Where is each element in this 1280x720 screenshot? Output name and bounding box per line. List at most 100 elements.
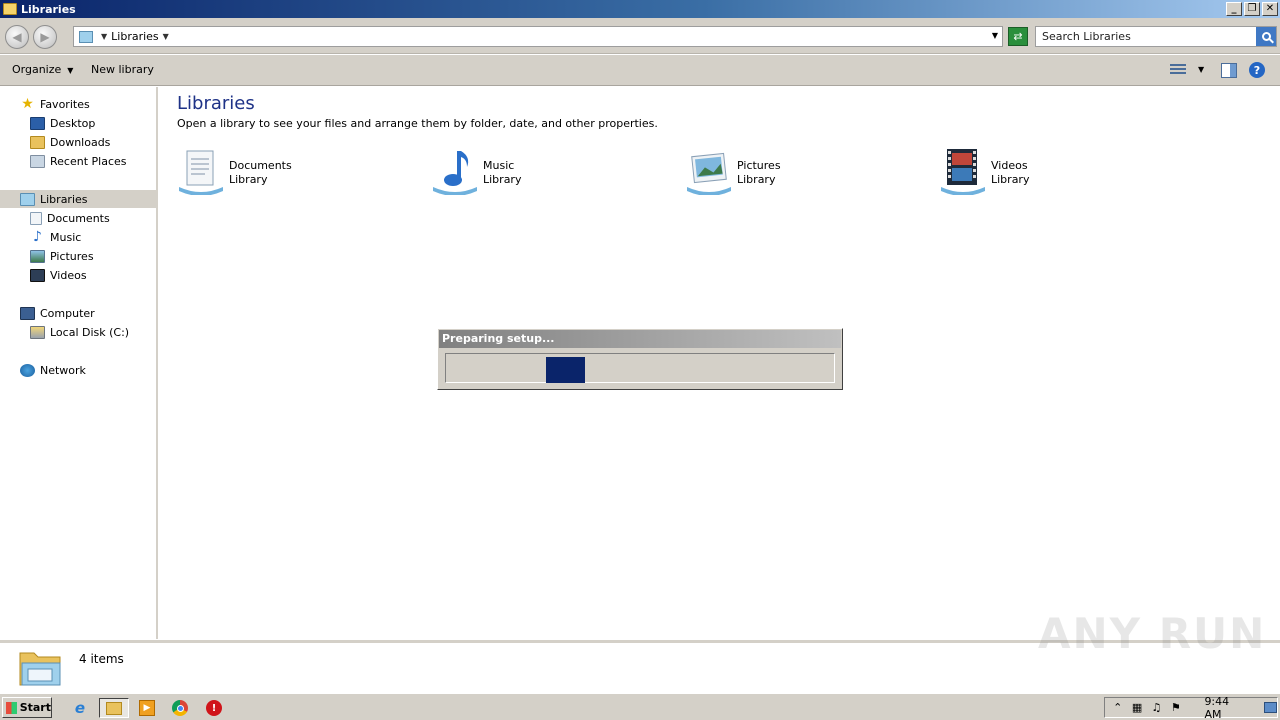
local-disk-icon: [30, 325, 45, 339]
nav-local-disk[interactable]: Local Disk (C:): [30, 323, 129, 341]
action-center-flag-icon[interactable]: ⚑: [1169, 701, 1182, 715]
search-placeholder: Search Libraries: [1042, 30, 1131, 43]
address-box[interactable]: ▼ Libraries ▼ ▼: [73, 26, 1003, 47]
nav-network-label: Network: [40, 363, 86, 377]
command-bar: Organize ▼ New library ▼ ?: [0, 55, 1280, 86]
start-label: Start: [19, 701, 51, 714]
nav-recent-places-label: Recent Places: [50, 154, 127, 168]
recent-places-icon: [30, 154, 45, 168]
search-input[interactable]: Search Libraries: [1035, 26, 1277, 47]
restore-button[interactable]: ❐: [1244, 2, 1260, 16]
libraries-icon: [20, 192, 35, 206]
libraries-folder-icon: [19, 652, 61, 686]
item-count: 4 items: [79, 652, 124, 666]
network-tray-icon[interactable]: ▦: [1130, 701, 1143, 715]
library-tile-videos[interactable]: Videos Library: [939, 145, 1179, 197]
library-tile-pictures[interactable]: Pictures Library: [685, 145, 925, 197]
nav-music[interactable]: ♪ Music: [30, 228, 81, 246]
library-type: Library: [229, 173, 268, 186]
organize-dropdown-icon: ▼: [67, 66, 74, 75]
clock[interactable]: 9:44 AM: [1204, 695, 1247, 720]
new-library-button[interactable]: New library: [91, 63, 154, 76]
nav-favorites[interactable]: ★ Favorites: [20, 95, 90, 113]
library-name: Pictures: [737, 159, 781, 172]
nav-computer[interactable]: Computer: [20, 304, 95, 322]
page-title: Libraries: [177, 93, 255, 114]
show-desktop-icon[interactable]: [1263, 702, 1278, 713]
explorer-folder-icon: [106, 701, 122, 715]
anyrun-watermark: ANY RUN: [1038, 609, 1267, 658]
search-icon: [1261, 32, 1271, 41]
nav-downloads[interactable]: Downloads: [30, 133, 110, 151]
network-icon: [20, 363, 35, 377]
breadcrumb-libraries[interactable]: Libraries: [111, 30, 159, 43]
breadcrumb-libraries-arrow-icon[interactable]: ▼: [163, 32, 169, 41]
window-title: Libraries: [21, 2, 76, 16]
taskbar-chrome[interactable]: [170, 698, 190, 718]
nav-documents[interactable]: Documents: [30, 209, 110, 227]
pictures-library-icon: [687, 152, 731, 195]
videos-icon: [30, 268, 45, 282]
music-library-icon: [433, 151, 477, 195]
help-icon[interactable]: ?: [1249, 62, 1265, 78]
nav-desktop[interactable]: Desktop: [30, 114, 95, 132]
show-hidden-icons-icon[interactable]: ⌃: [1111, 701, 1124, 715]
details-pane: 4 items ANY RUN: [0, 609, 1280, 692]
nav-libraries[interactable]: Libraries: [0, 190, 156, 208]
preparing-setup-dialog: Preparing setup...: [437, 328, 843, 390]
taskbar: Start e ▶ ! ⌃ ▦ ♫ ⚑ 9:44 AM: [0, 693, 1280, 720]
navigation-pane: ★ Favorites Desktop Downloads Recent Pla…: [0, 87, 158, 639]
volume-icon[interactable]: ♫: [1150, 701, 1163, 715]
breadcrumb-root-arrow-icon[interactable]: ▼: [101, 32, 107, 41]
organize-label: Organize: [12, 63, 62, 76]
documents-icon: [30, 211, 42, 225]
music-note-icon: ♪: [33, 229, 42, 245]
organize-button[interactable]: Organize ▼: [12, 63, 73, 76]
taskbar-media-player[interactable]: ▶: [137, 698, 157, 718]
nav-favorites-label: Favorites: [40, 97, 90, 111]
nav-videos-label: Videos: [50, 268, 87, 282]
preview-pane-icon[interactable]: [1221, 63, 1237, 78]
nav-pictures[interactable]: Pictures: [30, 247, 94, 265]
minimize-button[interactable]: _: [1226, 2, 1242, 16]
address-bar-area: ◀ ▶ ▼ Libraries ▼ ▼ ⇄ Search Libraries: [0, 18, 1280, 54]
library-tile-documents[interactable]: Documents Library: [177, 145, 417, 197]
library-type: Library: [737, 173, 776, 186]
address-history-dropdown-icon[interactable]: ▼: [992, 31, 998, 40]
forward-button[interactable]: ▶: [33, 25, 57, 49]
start-button[interactable]: Start: [2, 697, 52, 718]
setup-dialog-title: Preparing setup...: [439, 330, 841, 348]
refresh-button[interactable]: ⇄: [1008, 27, 1028, 46]
setup-progress-bar: [445, 353, 835, 383]
library-tile-music[interactable]: Music Library: [431, 145, 671, 197]
libraries-icon: [79, 30, 93, 43]
nav-local-disk-label: Local Disk (C:): [50, 325, 130, 339]
nav-music-label: Music: [50, 230, 82, 244]
library-type: Library: [483, 173, 522, 186]
library-type: Library: [991, 173, 1030, 186]
change-view-icon[interactable]: [1170, 64, 1186, 77]
nav-libraries-label: Libraries: [40, 192, 88, 206]
windows-logo-icon: [6, 701, 17, 714]
internet-explorer-icon: e: [74, 699, 86, 717]
nav-computer-label: Computer: [40, 306, 95, 320]
chrome-icon: [172, 700, 188, 716]
views-dropdown-icon[interactable]: ▼: [1198, 65, 1204, 74]
nav-recent-places[interactable]: Recent Places: [30, 152, 127, 170]
red-stop-icon: !: [206, 700, 222, 716]
taskbar-internet-explorer[interactable]: e: [70, 698, 90, 718]
star-icon: ★: [21, 96, 34, 112]
nav-videos[interactable]: Videos: [30, 266, 87, 284]
videos-library-icon: [941, 149, 985, 195]
computer-icon: [20, 306, 35, 320]
search-button[interactable]: [1256, 27, 1276, 46]
system-tray: ⌃ ▦ ♫ ⚑ 9:44 AM: [1104, 695, 1278, 720]
nav-pictures-label: Pictures: [50, 249, 94, 263]
taskbar-explorer[interactable]: [99, 698, 129, 718]
close-button[interactable]: ✕: [1262, 2, 1278, 16]
media-player-icon: ▶: [139, 700, 155, 716]
nav-network[interactable]: Network: [20, 361, 86, 379]
window-title-bar[interactable]: Libraries _ ❐ ✕: [0, 0, 1280, 18]
back-button[interactable]: ◀: [5, 25, 29, 49]
taskbar-stop-app[interactable]: !: [204, 698, 224, 718]
